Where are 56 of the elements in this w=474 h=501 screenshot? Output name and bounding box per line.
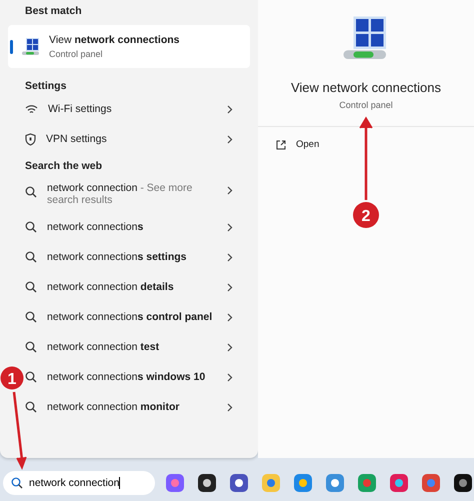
preview-title: View network connections — [290, 80, 442, 95]
chevron-icon — [227, 252, 233, 262]
chevron-icon — [227, 342, 233, 352]
result-label: network connections — [47, 221, 144, 233]
search-icon — [25, 281, 37, 293]
shield-icon — [25, 132, 36, 146]
search-field[interactable]: network connection — [3, 471, 155, 495]
result-label: network connections windows 10 — [47, 371, 206, 383]
web-result[interactable]: network connection details — [25, 272, 250, 302]
search-icon — [25, 251, 37, 263]
external-link-icon — [276, 140, 286, 150]
chevron-icon — [227, 372, 233, 382]
search-icon — [11, 477, 23, 489]
search-icon — [25, 371, 37, 383]
result-label: network connections control panel — [47, 311, 214, 323]
search-icon — [25, 341, 37, 353]
section-header: Best match — [25, 4, 83, 19]
chevron-icon — [227, 186, 233, 195]
network-icon — [21, 36, 41, 56]
web-result[interactable]: network connections control panel — [25, 302, 250, 332]
open-link[interactable]: Open — [258, 127, 474, 150]
web-result[interactable]: network connection test — [25, 332, 250, 362]
search-icon — [25, 401, 37, 413]
web-result[interactable]: network connections settings — [25, 242, 250, 272]
result-subtitle: Control panel — [49, 49, 104, 59]
best-match-result[interactable]: View network connections Control panel — [8, 25, 250, 68]
chevron-icon — [227, 134, 233, 144]
settings-result[interactable]: VPN settings — [25, 124, 250, 154]
search-icon — [25, 186, 37, 198]
app-tile-icon[interactable] — [325, 473, 345, 493]
web-result[interactable]: network connections — [25, 212, 250, 242]
result-label: network connection details — [47, 281, 175, 293]
chevron-icon — [227, 402, 233, 412]
result-label: network connection - See more search results — [47, 182, 194, 206]
result-label: network connections settings — [47, 251, 188, 263]
search-icon — [25, 311, 37, 323]
result-title: View network connections — [49, 34, 180, 46]
section-header: Settings — [25, 79, 68, 94]
preview-subtitle: Control panel — [339, 100, 393, 110]
settings-result[interactable]: Wi-Fi settings — [25, 94, 250, 124]
search-icon — [25, 221, 37, 233]
chevron-icon — [227, 282, 233, 292]
web-result[interactable]: network connection - See more search results — [25, 176, 250, 212]
web-result[interactable]: network connection monitor — [25, 392, 250, 422]
section-header: Search the web — [25, 159, 104, 174]
result-label: network connection test — [47, 341, 160, 353]
callout-badge: 2 — [353, 202, 379, 228]
callout-badge: 1 — [0, 366, 24, 390]
result-label: VPN settings — [46, 133, 108, 145]
result-label: Wi-Fi settings — [48, 103, 113, 115]
chevron-icon — [227, 222, 233, 232]
wifi-icon — [25, 104, 38, 114]
chevron-icon — [227, 312, 233, 322]
chevron-icon — [227, 104, 233, 114]
result-label: network connection monitor — [47, 401, 180, 413]
web-result[interactable]: network connections windows 10 — [25, 362, 250, 392]
